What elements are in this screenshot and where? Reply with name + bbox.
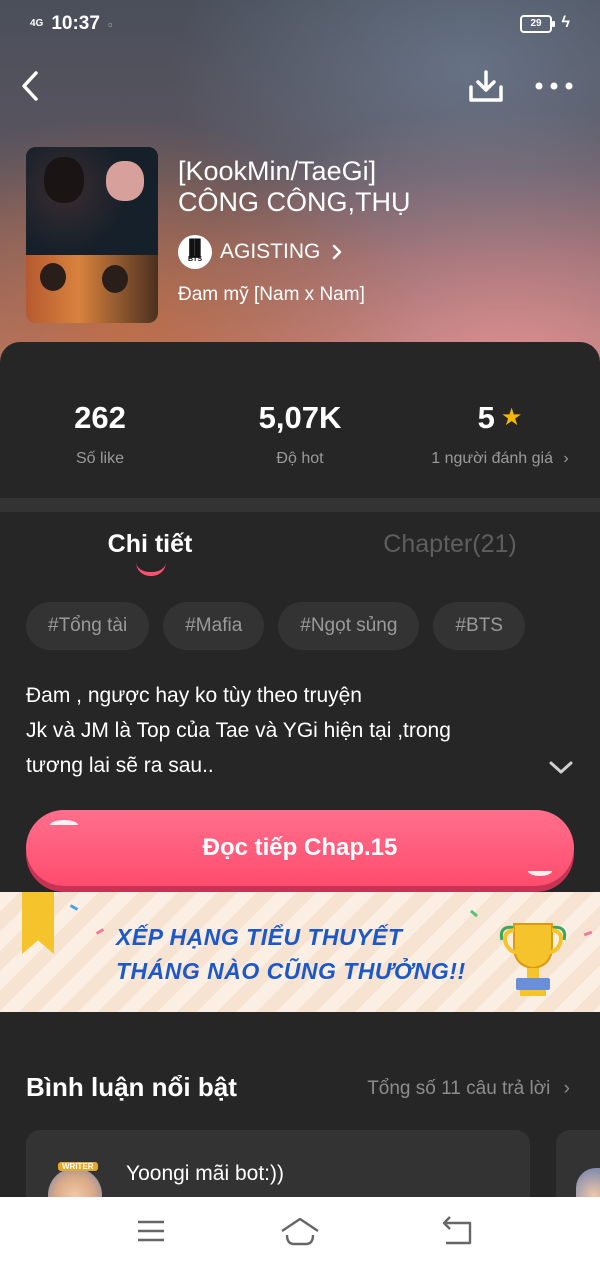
rating-label: 1 người đánh giá — [431, 450, 553, 467]
hot-value: 5,07K — [258, 400, 342, 435]
book-description: Đam , ngược hay ko tùy theo truyện Jk và… — [26, 678, 546, 783]
expand-description-button[interactable] — [546, 752, 576, 782]
book-title: [KookMin/TaeGi] CÔNG CÔNG,THỤ — [178, 156, 578, 218]
download-icon — [469, 70, 503, 102]
description-line: tương lai sẽ ra sau.. — [26, 754, 214, 777]
rating-value-row: 5 ★ — [400, 400, 600, 436]
likes-value: 262 — [74, 400, 126, 435]
likes-label: Số like — [75, 450, 125, 467]
description-line: Đam , ngược hay ko tùy theo truyện — [26, 684, 362, 707]
details-panel — [0, 342, 600, 1267]
chevron-right-icon — [333, 244, 342, 260]
more-dots-icon — [535, 82, 573, 90]
continue-reading-button[interactable]: Đọc tiếp Chap.15 — [26, 810, 574, 886]
battery-icon: 29 — [520, 15, 555, 33]
confetti-piece — [95, 928, 105, 935]
author-logo-text: BTS — [188, 255, 202, 263]
tag-chip[interactable]: #Tổng tài — [26, 602, 150, 650]
download-button[interactable] — [462, 64, 510, 108]
section-divider — [0, 498, 600, 512]
book-title-line-1: [KookMin/TaeGi] — [178, 156, 377, 186]
writer-badge: WRITER — [58, 1162, 98, 1171]
more-button[interactable] — [528, 64, 580, 108]
confetti-piece — [469, 909, 479, 918]
tab-detail[interactable]: Chi tiết — [0, 530, 300, 559]
chevron-down-icon — [549, 761, 573, 774]
author-avatar: ▐▌ BTS — [178, 235, 212, 269]
tag-list: #Tổng tài #Mafia #Ngọt sủng #BTS — [26, 602, 539, 650]
book-title-line-2: CÔNG CÔNG,THỤ — [178, 187, 411, 217]
banner-line: XẾP HẠNG TIỂU THUYẾT — [116, 924, 403, 950]
status-time: 10:37 — [51, 13, 100, 34]
rating-value: 5 — [477, 400, 495, 435]
confetti-piece — [583, 930, 593, 937]
chevron-right-icon: › — [563, 1078, 570, 1099]
button-gloss — [50, 820, 78, 830]
book-cover-image[interactable] — [26, 147, 158, 323]
bookmark-ribbon-icon — [22, 892, 54, 954]
stat-likes: 262 Số like — [0, 400, 200, 468]
comments-count: Tổng số 11 câu trả lời — [367, 1078, 551, 1099]
description-line: Jk và JM là Top của Tae và YGi hiện tại … — [26, 719, 451, 742]
tab-chapters[interactable]: Chapter(21) — [300, 530, 600, 559]
chevron-right-icon: › — [563, 450, 569, 467]
trophy-icon — [499, 923, 567, 996]
banner-text: XẾP HẠNG TIỂU THUYẾT THÁNG NÀO CŨNG THƯỞ… — [116, 920, 466, 988]
back-button[interactable] — [8, 64, 52, 108]
button-gloss — [528, 866, 552, 876]
home-icon[interactable] — [280, 1213, 320, 1249]
continue-reading-label: Đọc tiếp Chap.15 — [202, 834, 398, 861]
status-bar: 4G 10:37 ▫ 29 ϟ — [0, 0, 600, 48]
comments-count-link[interactable]: Tổng số 11 câu trả lời › — [367, 1078, 570, 1100]
book-genre: Đam mỹ [Nam x Nam] — [178, 284, 365, 305]
author-name: AGISTING — [220, 240, 321, 263]
author-link[interactable]: ▐▌ BTS AGISTING — [178, 234, 342, 270]
bts-logo-icon: ▐▌ — [183, 239, 207, 257]
cover-photo-top — [26, 147, 158, 255]
menu-icon[interactable] — [130, 1213, 170, 1249]
network-indicator: 4G — [30, 18, 44, 29]
hot-label: Độ hot — [276, 450, 324, 467]
back-nav-icon[interactable] — [436, 1213, 476, 1249]
rating-label-row: 1 người đánh giá › — [400, 450, 600, 468]
banner-line: THÁNG NÀO CŨNG THƯỞNG!! — [116, 958, 466, 984]
tag-chip[interactable]: #Ngọt sủng — [278, 602, 420, 650]
star-icon: ★ — [500, 404, 523, 431]
tag-chip[interactable]: #BTS — [433, 602, 525, 650]
charging-icon: ϟ — [561, 14, 570, 31]
chevron-left-icon — [22, 71, 38, 101]
notification-icon: ▫ — [107, 16, 113, 32]
commenter-name[interactable]: Yoongi mãi bot:)) — [126, 1162, 284, 1186]
stat-hot: 5,07K Độ hot — [200, 400, 400, 468]
cover-photo-bottom — [26, 255, 158, 323]
confetti-piece — [69, 904, 79, 911]
system-navigation-bar — [0, 1197, 600, 1267]
featured-comments-title: Bình luận nổi bật — [26, 1072, 237, 1102]
tag-chip[interactable]: #Mafia — [163, 602, 265, 650]
stat-rating[interactable]: 5 ★ 1 người đánh giá › — [400, 400, 600, 468]
